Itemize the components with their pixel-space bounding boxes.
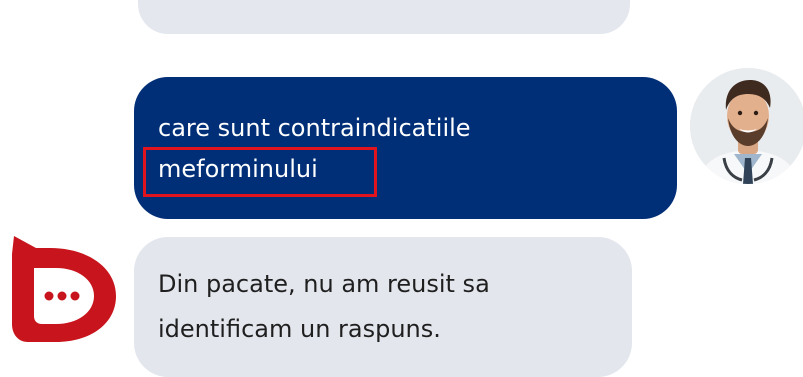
- user-message-bubble: care sunt contraindicatiile meforminului: [134, 77, 677, 219]
- bot-message-line-2: identificam un raspuns.: [158, 315, 441, 343]
- misspelling-highlight-box: [143, 147, 377, 197]
- user-message-line-1: care sunt contraindicatiile: [158, 114, 471, 142]
- chat-bot-logo-icon: [12, 236, 116, 342]
- user-avatar: [690, 68, 803, 184]
- doctor-avatar-icon: [690, 68, 803, 184]
- bot-message-line-1: Din pacate, nu am reusit sa: [158, 270, 490, 298]
- previous-message-bubble: [138, 0, 630, 34]
- bot-message-bubble: Din pacate, nu am reusit sa identificam …: [134, 237, 632, 377]
